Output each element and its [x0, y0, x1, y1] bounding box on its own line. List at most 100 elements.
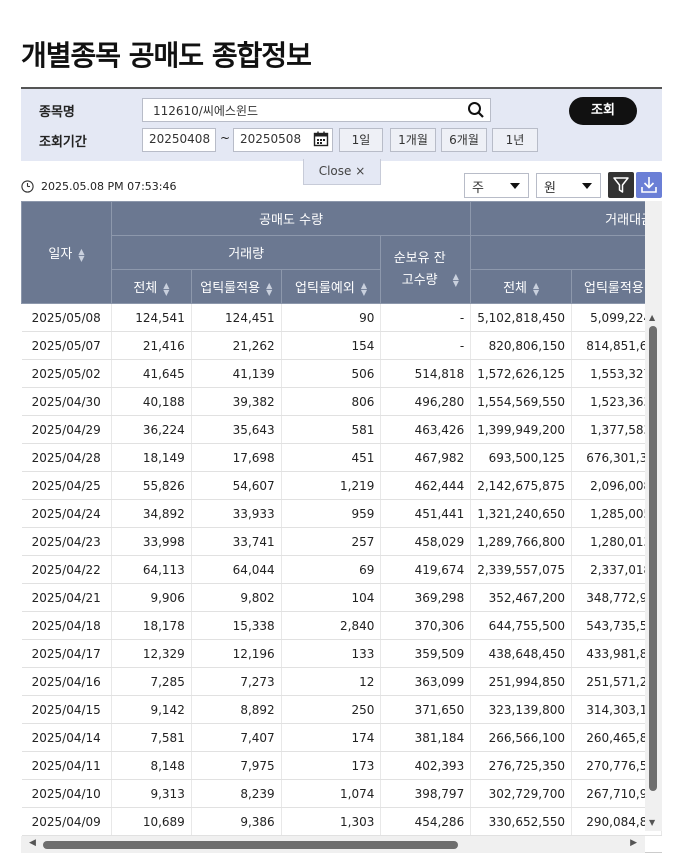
table-cell: 330,652,550 [470, 807, 572, 836]
table-cell: 69 [281, 555, 382, 584]
calendar-icon[interactable] [313, 131, 329, 147]
table-cell: 371,650 [380, 695, 472, 724]
cell-date: 2025/04/14 [21, 723, 112, 752]
table-row[interactable]: 2025/05/02 41,645 41,139 506 514,818 1,572,62… [21, 359, 662, 388]
download-button[interactable] [636, 172, 662, 198]
unit-select[interactable]: 원 [536, 173, 601, 198]
table-cell: - [380, 331, 472, 360]
period-label: 조회기간 [39, 135, 87, 150]
table-row[interactable]: 2025/04/28 18,149 17,698 451 467,982 693,500,… [21, 443, 662, 472]
period-1year-button[interactable]: 1년 [492, 128, 538, 152]
table-row[interactable]: 2025/04/09 10,689 9,386 1,303 454,286 330,652… [21, 807, 662, 836]
stock-search-input[interactable]: 112610/씨에스윈드 [142, 98, 491, 122]
table-cell: 419,674 [380, 555, 472, 584]
table-cell: 7,285 [111, 667, 192, 696]
table-cell: 9,142 [111, 695, 192, 724]
table-row[interactable]: 2025/04/15 9,142 8,892 250 371,650 323,139,80… [21, 695, 662, 724]
table-row[interactable]: 2025/04/14 7,581 7,407 174 381,184 266,566,10… [21, 723, 662, 752]
search-icon[interactable] [467, 101, 485, 119]
table-row[interactable]: 2025/04/21 9,906 9,802 104 369,298 352,467,20… [21, 583, 662, 612]
table-cell: 15,338 [191, 611, 282, 640]
table-row[interactable]: 2025/04/30 40,188 39,382 806 496,280 1,554,56… [21, 387, 662, 416]
table-row[interactable]: 2025/04/25 55,826 54,607 1,219 462,444 2,142,… [21, 471, 662, 500]
date-from-input[interactable]: 20250408 [142, 128, 216, 152]
table-cell: 12 [281, 667, 382, 696]
vertical-scroll-thumb[interactable] [649, 326, 657, 791]
chevron-down-icon [510, 183, 520, 189]
stock-label: 종목명 [39, 105, 75, 120]
period-1month-button[interactable]: 1개월 [390, 128, 436, 152]
table-cell: 9,313 [111, 779, 192, 808]
short-selling-table: 일자 ▲ ▼ 공매도 수량 거래대금 거래량 순보유 잔고수량 ▲ ▼ 전체 ▲ ▼ 업틱룰… [21, 201, 662, 836]
sort-icon[interactable]: ▲ ▼ [453, 273, 459, 288]
table-cell: 302,729,700 [470, 779, 572, 808]
col-header-total[interactable]: 전체 ▲ ▼ [110, 269, 192, 304]
col-header-uptick-applied[interactable]: 업틱룰적용 ▲ ▼ [190, 269, 282, 304]
scroll-down-icon[interactable]: ▼ [649, 818, 655, 827]
sort-icon[interactable]: ▲ ▼ [361, 281, 367, 296]
period-1day-button[interactable]: 1일 [339, 128, 383, 152]
col-header-value-total[interactable]: 전체 ▲ ▼ [470, 269, 572, 304]
filter-icon [613, 177, 629, 193]
table-row[interactable]: 2025/04/11 8,148 7,975 173 402,393 276,725,35… [21, 751, 662, 780]
timestamp-row: 2025.05.08 PM 07:53:46 [21, 180, 177, 193]
table-cell: 8,148 [111, 751, 192, 780]
lookup-button[interactable]: 조회 [569, 97, 637, 125]
sort-icon[interactable]: ▲ ▼ [163, 281, 169, 296]
table-cell: 33,741 [191, 527, 282, 556]
table-cell: 438,648,450 [470, 639, 572, 668]
vertical-scrollbar[interactable]: ▲ ▼ [645, 201, 662, 831]
filter-button[interactable] [608, 172, 634, 198]
cell-date: 2025/04/21 [21, 583, 112, 612]
scroll-up-icon[interactable]: ▲ [649, 313, 655, 322]
table-cell: 7,273 [191, 667, 282, 696]
table-cell: 2,339,557,075 [470, 555, 572, 584]
table-row[interactable]: 2025/04/18 18,178 15,338 2,840 370,306 644,75… [21, 611, 662, 640]
table-row[interactable]: 2025/05/07 21,416 21,262 154-820,806,150 814… [21, 331, 662, 360]
table-row[interactable]: 2025/04/16 7,285 7,273 12 363,099 251,994,850… [21, 667, 662, 696]
sort-icon[interactable]: ▲ ▼ [266, 281, 272, 296]
table-cell: 1,321,240,650 [470, 499, 572, 528]
table-row[interactable]: 2025/04/23 33,998 33,741 257 458,029 1,289,76… [21, 527, 662, 556]
scroll-left-icon[interactable]: ◀ [29, 838, 36, 848]
table-cell: 9,386 [191, 807, 282, 836]
table-cell: 369,298 [380, 583, 472, 612]
search-panel: 종목명 조회기간 112610/씨에스윈드 조회 20250408 ~ 2025… [21, 87, 662, 161]
col-header-date[interactable]: 일자 ▲ ▼ [21, 201, 112, 304]
table-cell: 463,426 [380, 415, 472, 444]
table-cell: 959 [281, 499, 382, 528]
period-select[interactable]: 주 [464, 173, 529, 198]
table-row[interactable]: 2025/05/08 124,541 124,451 90-5,102,818,450… [21, 303, 662, 332]
table-cell: - [380, 303, 472, 332]
horizontal-scrollbar[interactable]: ◀ ▶ [21, 836, 645, 853]
horizontal-scroll-thumb[interactable] [43, 841, 458, 849]
table-cell: 257 [281, 527, 382, 556]
cell-date: 2025/04/11 [21, 751, 112, 780]
table-cell: 41,645 [111, 359, 192, 388]
table-cell: 381,184 [380, 723, 472, 752]
scroll-right-icon[interactable]: ▶ [630, 838, 637, 848]
table-cell: 64,113 [111, 555, 192, 584]
table-row[interactable]: 2025/04/22 64,113 64,044 69 419,674 2,339,557… [21, 555, 662, 584]
table-cell: 7,975 [191, 751, 282, 780]
table-row[interactable]: 2025/04/17 12,329 12,196 133 359,509 438,648,… [21, 639, 662, 668]
table-row[interactable]: 2025/04/10 9,313 8,239 1,074 398,797 302,729,… [21, 779, 662, 808]
col-header-net-balance[interactable]: 순보유 잔고수량 ▲ ▼ [380, 235, 472, 304]
table-cell: 12,196 [191, 639, 282, 668]
clock-icon [21, 180, 34, 193]
table-cell: 451,441 [380, 499, 472, 528]
col-header-uptick-exempt[interactable]: 업틱룰예외 ▲ ▼ [280, 269, 382, 304]
table-cell: 133 [281, 639, 382, 668]
cell-date: 2025/04/15 [21, 695, 112, 724]
table-cell: 124,541 [111, 303, 192, 332]
table-cell: 7,407 [191, 723, 282, 752]
sort-icon[interactable]: ▲ ▼ [78, 247, 84, 262]
table-cell: 40,188 [111, 387, 192, 416]
table-row[interactable]: 2025/04/29 36,224 35,643 581 463,426 1,399,94… [21, 415, 662, 444]
close-panel-button[interactable]: Close × [303, 159, 381, 185]
period-6month-button[interactable]: 6개월 [441, 128, 487, 152]
table-cell: 64,044 [191, 555, 282, 584]
sort-icon[interactable]: ▲ ▼ [533, 281, 539, 296]
table-cell: 174 [281, 723, 382, 752]
table-row[interactable]: 2025/04/24 34,892 33,933 959 451,441 1,321,24… [21, 499, 662, 528]
